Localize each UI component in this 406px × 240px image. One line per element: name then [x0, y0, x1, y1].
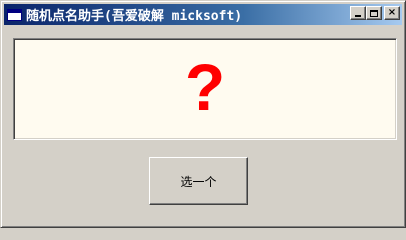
window-icon[interactable]: [7, 8, 22, 21]
window-title: 随机点名助手(吾爱破解 micksoft): [26, 9, 243, 24]
result-text: ?: [184, 50, 226, 124]
app-window: 随机点名助手(吾爱破解 micksoft) × ? 选一个: [0, 0, 406, 228]
minimize-button[interactable]: [350, 6, 366, 20]
pick-one-button[interactable]: 选一个: [149, 157, 248, 205]
close-button[interactable]: ×: [384, 6, 400, 20]
minimize-icon: [355, 15, 361, 17]
close-icon: ×: [387, 7, 397, 18]
maximize-button[interactable]: [366, 6, 382, 20]
result-display: ?: [13, 38, 397, 140]
title-bar[interactable]: 随机点名助手(吾爱破解 micksoft) ×: [4, 4, 402, 25]
title-bar-buttons: ×: [350, 6, 400, 20]
maximize-icon: [370, 9, 378, 17]
